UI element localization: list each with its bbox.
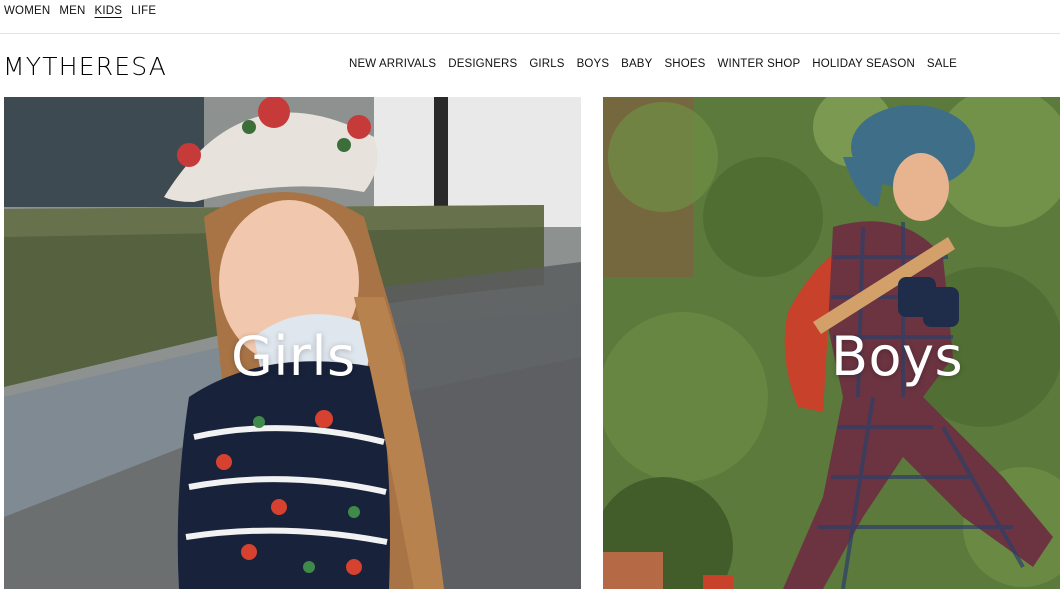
- top-bar: WOMEN MEN KIDS LIFE: [0, 0, 1060, 34]
- category-nav: NEW ARRIVALS DESIGNERS GIRLS BOYS BABY S…: [349, 58, 957, 70]
- department-nav: WOMEN MEN KIDS LIFE: [4, 5, 156, 17]
- boys-tile-label: Boys: [831, 325, 964, 388]
- nav-women[interactable]: WOMEN: [4, 5, 50, 17]
- nav-baby[interactable]: BABY: [621, 58, 652, 70]
- nav-winter-shop[interactable]: WINTER SHOP: [717, 58, 800, 70]
- site-header: MYTHERESA NEW ARRIVALS DESIGNERS GIRLS B…: [0, 35, 1060, 97]
- nav-designers[interactable]: DESIGNERS: [448, 58, 517, 70]
- logo[interactable]: MYTHERESA: [3, 52, 167, 81]
- nav-life[interactable]: LIFE: [131, 5, 156, 17]
- girls-category-tile[interactable]: Girls: [4, 97, 581, 589]
- boys-category-tile[interactable]: Boys: [603, 97, 1060, 589]
- nav-boys[interactable]: BOYS: [577, 58, 610, 70]
- nav-new-arrivals[interactable]: NEW ARRIVALS: [349, 58, 436, 70]
- nav-girls[interactable]: GIRLS: [529, 58, 564, 70]
- girls-tile-label: Girls: [231, 325, 356, 388]
- nav-holiday-season[interactable]: HOLIDAY SEASON: [812, 58, 915, 70]
- nav-sale[interactable]: SALE: [927, 58, 957, 70]
- nav-kids[interactable]: KIDS: [95, 5, 123, 17]
- nav-shoes[interactable]: SHOES: [664, 58, 705, 70]
- nav-men[interactable]: MEN: [59, 5, 85, 17]
